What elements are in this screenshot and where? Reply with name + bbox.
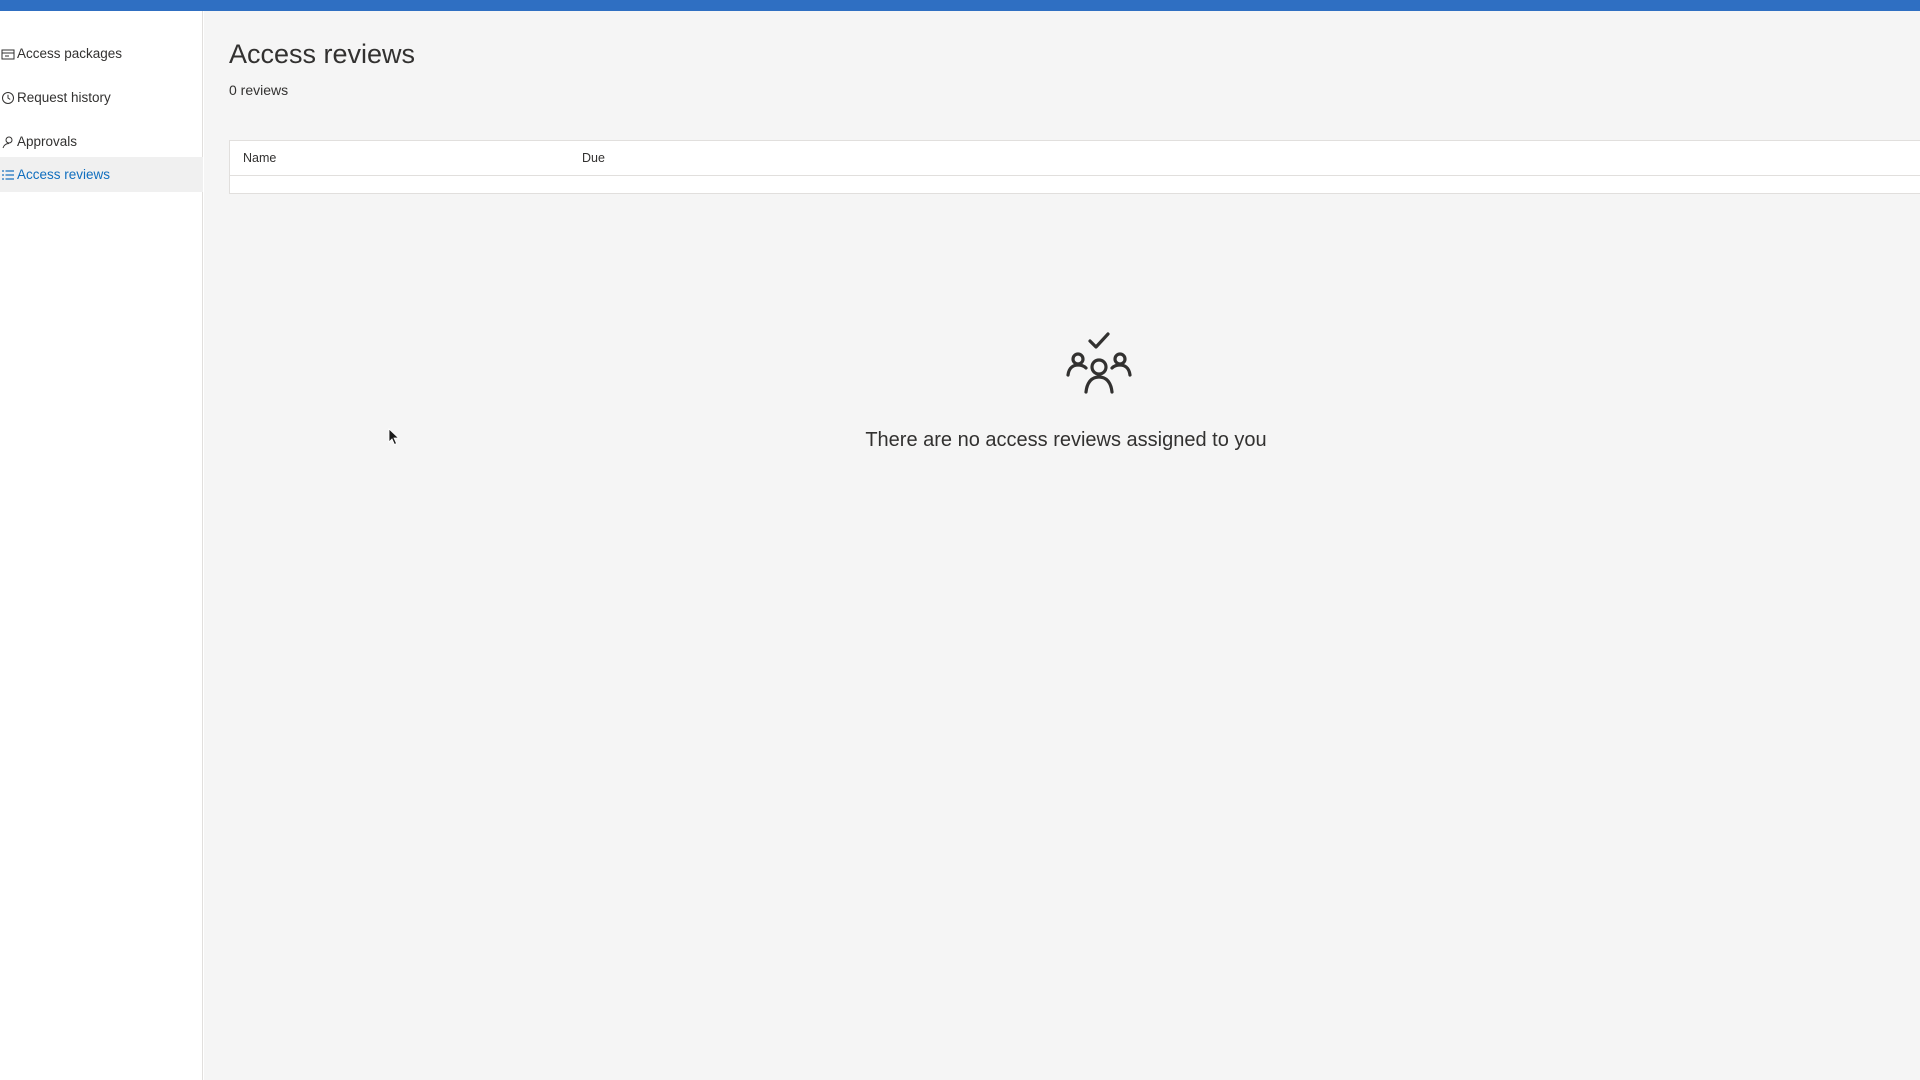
sidebar-item-request-history[interactable]: Request history <box>0 80 203 115</box>
person-icon <box>0 134 16 150</box>
column-header-name[interactable]: Name <box>243 151 276 165</box>
empty-state: There are no access reviews assigned to … <box>204 321 1920 461</box>
package-icon <box>0 46 16 62</box>
page-title: Access reviews <box>229 39 416 69</box>
group-checkmark-icon <box>1066 332 1132 394</box>
table-header: Name Due <box>230 141 1920 176</box>
sidebar-item-label: Approvals <box>17 134 78 149</box>
mouse-cursor-icon <box>388 428 400 446</box>
viewport: Access packages Request history Approval… <box>0 0 1920 1080</box>
sidebar-item-access-reviews[interactable]: Access reviews <box>0 157 203 192</box>
sidebar-item-label: Access packages <box>17 46 123 61</box>
list-icon <box>0 167 16 183</box>
sidebar-item-access-packages[interactable]: Access packages <box>0 36 203 71</box>
sidebar-item-label: Request history <box>17 90 111 105</box>
column-header-due[interactable]: Due <box>582 151 605 165</box>
sidebar-item-approvals[interactable]: Approvals <box>0 124 203 159</box>
reviews-table: Name Due <box>229 140 1920 194</box>
sidebar-item-label: Access reviews <box>17 167 111 182</box>
main-content: Access reviews 0 reviews Name Due There … <box>204 11 1920 1080</box>
empty-state-message: There are no access reviews assigned to … <box>865 429 1267 451</box>
review-count: 0 reviews <box>229 82 289 98</box>
sidebar: Access packages Request history Approval… <box>0 11 203 1080</box>
app-window: Access packages Request history Approval… <box>0 0 1920 1080</box>
top-accent-bar <box>0 0 1920 11</box>
history-clock-icon <box>0 90 16 106</box>
